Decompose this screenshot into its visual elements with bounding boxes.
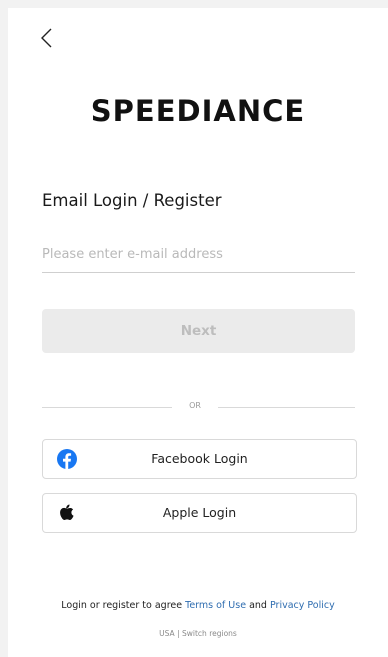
divider-line-right [218,407,355,408]
switch-regions-link[interactable]: Switch regions [182,629,237,638]
or-text: OR [189,401,201,410]
page-title: Email Login / Register [42,191,222,210]
facebook-login-button[interactable]: Facebook Login [42,439,357,479]
terms-of-use-link[interactable]: Terms of Use [185,600,246,611]
chevron-left-icon [41,28,52,48]
region-name: USA [159,629,175,638]
terms-agreement: Login or register to agree Terms of Use … [8,600,388,611]
region-separator: | [177,629,180,638]
back-button[interactable] [36,26,60,50]
agree-text: Login or register to agree [61,600,183,611]
or-divider: OR [42,400,355,416]
region-selector: USA | Switch regions [8,629,388,638]
and-text: and [249,600,267,611]
brand-logo: SPEEDIANCE [90,94,306,128]
apple-login-button[interactable]: Apple Login [42,493,357,533]
login-screen: SPEEDIANCE Email Login / Register Next O… [8,8,388,657]
apple-login-label: Apple Login [162,505,237,520]
privacy-policy-link[interactable]: Privacy Policy [270,600,335,611]
facebook-login-label: Facebook Login [151,451,248,466]
next-button[interactable]: Next [42,309,355,353]
email-input[interactable] [42,236,355,273]
divider-line-left [42,407,172,408]
